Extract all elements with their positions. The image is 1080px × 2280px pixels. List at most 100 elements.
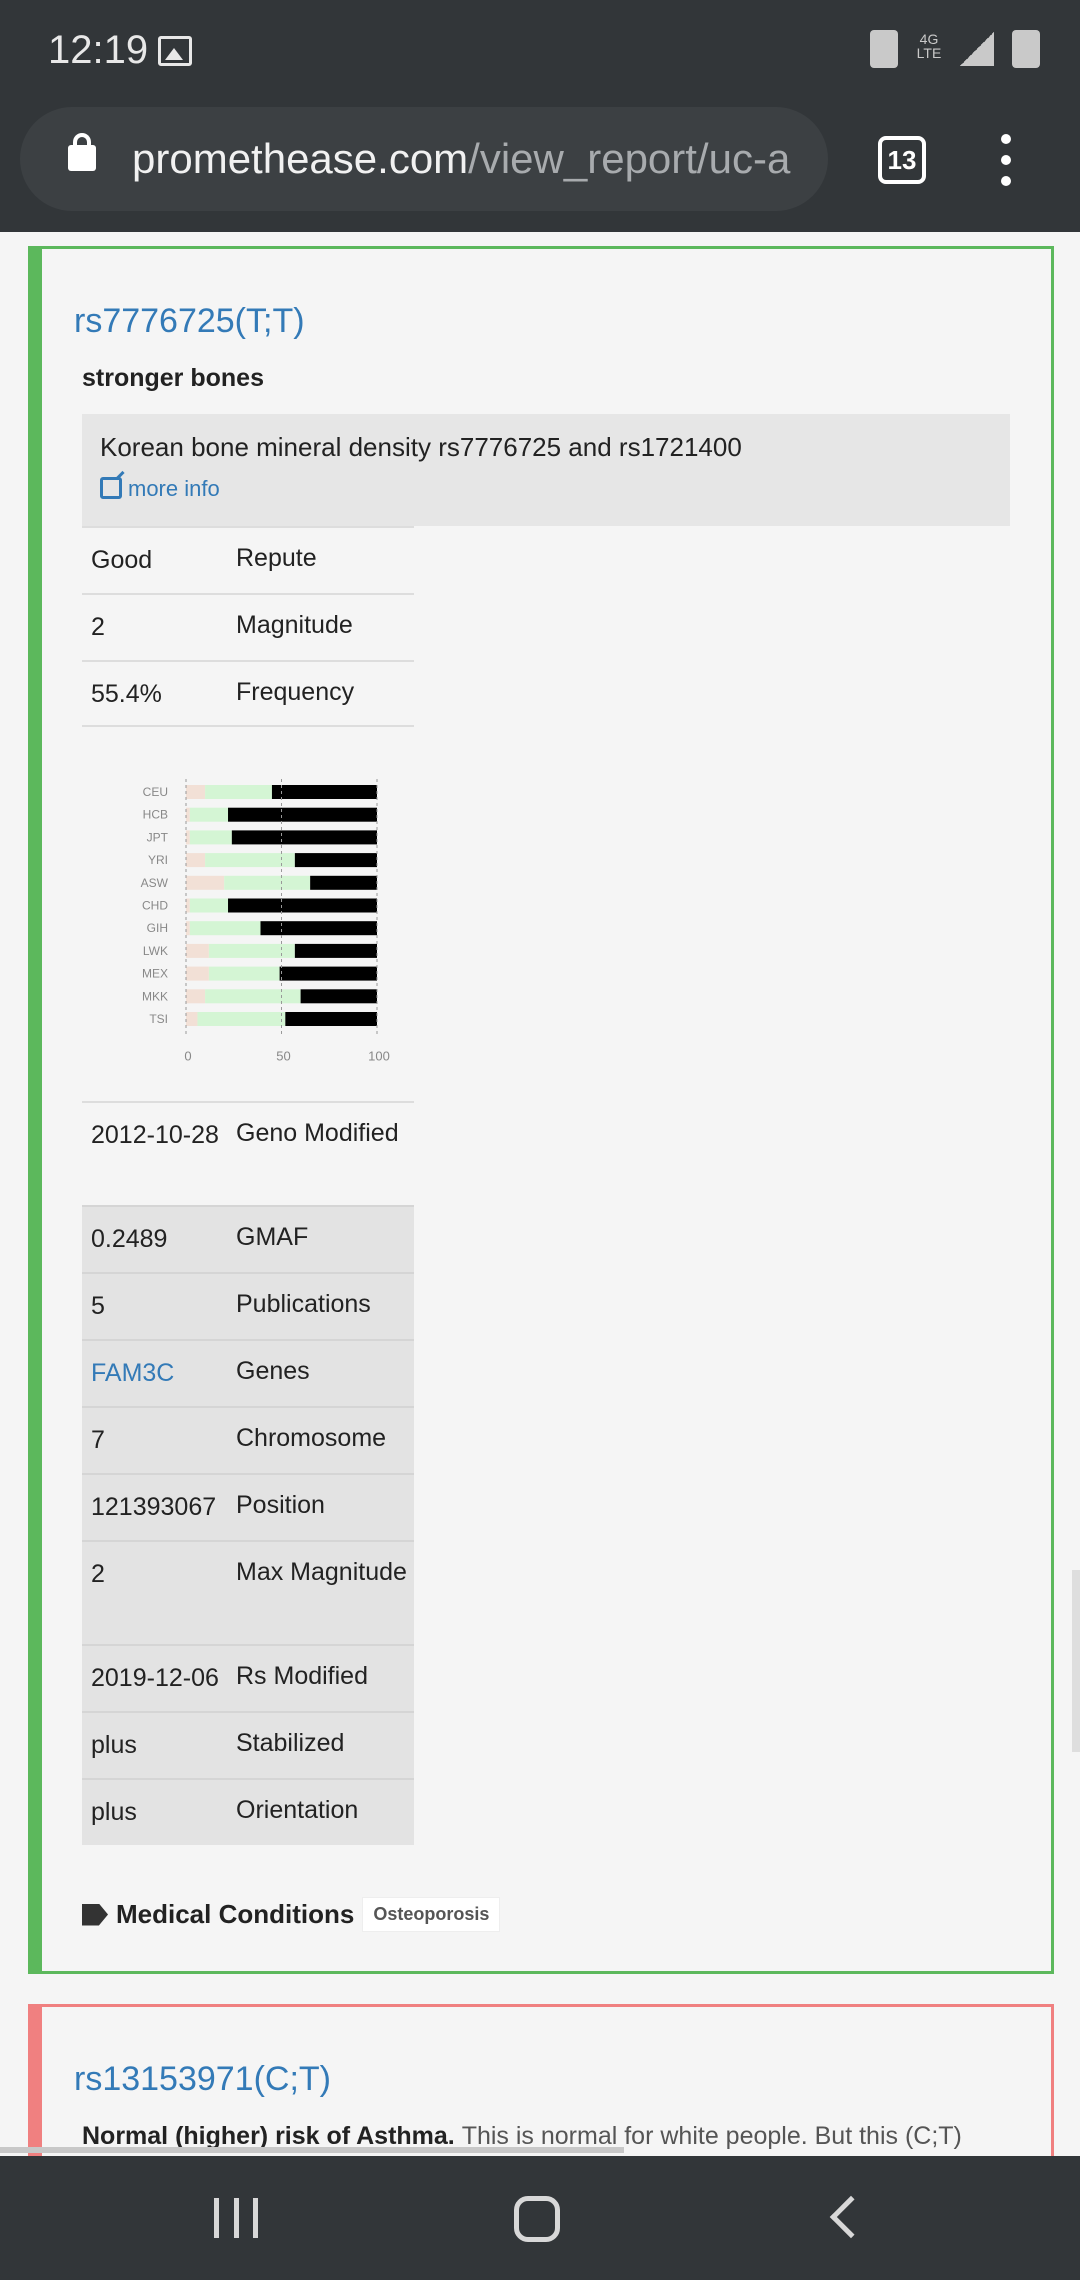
url-path: /view_report/uc-a — [468, 135, 791, 182]
chart-bar-segment — [186, 830, 190, 845]
fact-key: Publications — [236, 1290, 371, 1318]
fact-key: Frequency — [236, 678, 355, 706]
chart-bar-segment — [260, 921, 377, 936]
more-options-icon[interactable] — [992, 134, 1020, 190]
back-icon[interactable] — [829, 2195, 873, 2239]
fact-key: Chromosome — [236, 1424, 387, 1452]
fact-value: 5 — [91, 1292, 105, 1320]
chart-bar-segment — [189, 921, 261, 936]
fact-value: 7 — [91, 1426, 105, 1454]
chart-bar-segment — [189, 898, 229, 913]
address-bar[interactable]: promethease.com/view_report/uc-a — [20, 107, 828, 211]
chart-bar-segment — [186, 898, 190, 913]
more-info-link[interactable]: more info — [100, 476, 220, 502]
chart-bar-segment — [186, 807, 190, 822]
fact-value: Good — [91, 546, 153, 574]
chart-bar-segment — [228, 898, 377, 913]
recent-apps-icon[interactable] — [214, 2198, 258, 2238]
fact-row: FAM3C Genes — [82, 1339, 414, 1406]
chart-bar-segment — [189, 830, 232, 845]
fact-row: plus Stabilized — [82, 1711, 414, 1778]
fact-row: 0.2489 GMAF — [82, 1205, 414, 1272]
chart-bar-segment — [231, 830, 377, 845]
page-content: rs7776725(T;T) stronger bones Korean bon… — [0, 232, 1080, 2156]
fact-row: plus Orientation — [82, 1778, 414, 1845]
image-notification-icon — [158, 36, 192, 66]
chart-category-label: ASW — [141, 876, 169, 890]
fact-key: Magnitude — [236, 611, 353, 639]
condition-badge[interactable]: Osteoporosis — [362, 1897, 501, 1932]
fact-value: 2019-12-06 — [91, 1664, 219, 1692]
vertical-scrollbar[interactable] — [1072, 1570, 1080, 1752]
chart-category-label: TSI — [149, 1012, 168, 1026]
chart-bar-segment — [186, 989, 206, 1004]
home-icon[interactable] — [514, 2196, 560, 2242]
horizontal-scrollbar[interactable] — [0, 2147, 624, 2153]
fact-row: 2 Magnitude — [82, 593, 414, 660]
chart-bar-segment — [189, 807, 229, 822]
fact-key: Rs Modified — [236, 1662, 368, 1690]
chart-tick-label: 50 — [276, 1049, 290, 1064]
chart-bar-segment — [186, 1012, 198, 1026]
chart-category-label: CEU — [143, 785, 168, 799]
chart-bar-segment — [294, 943, 377, 958]
fact-row: 55.4% Frequency — [82, 660, 414, 727]
fact-key: Genes — [236, 1357, 310, 1385]
population-frequency-chart: CEU HCB JPT YRI ASW CHD GIH LWK MEX MKK TSI 0 50 100 — [82, 741, 414, 1101]
browser-toolbar: promethease.com/view_report/uc-a 13 — [0, 100, 1080, 232]
snp-title-link[interactable]: rs13153971(C;T) — [74, 2060, 331, 2099]
status-bar: 12:19 4G LTE — [0, 0, 1080, 100]
snp-title-link[interactable]: rs7776725(T;T) — [74, 302, 305, 341]
fact-row: Good Repute — [82, 526, 414, 593]
fact-value: 121393067 — [91, 1493, 217, 1521]
chart-svg: CEU HCB JPT YRI ASW CHD GIH LWK MEX MKK TSI 0 50 100 — [141, 779, 390, 1064]
chart-bar-segment — [224, 875, 311, 890]
medical-conditions: Medical Conditions Osteoporosis — [82, 1897, 501, 1932]
chart-category-label: CHD — [142, 899, 168, 913]
fact-key: Position — [236, 1491, 325, 1519]
chart-bar-segment — [186, 943, 209, 958]
chart-bar-segment — [186, 921, 190, 936]
chart-bar-segment — [205, 785, 272, 799]
chart-bar-segment — [285, 1012, 377, 1026]
external-link-icon — [100, 477, 122, 499]
battery-saver-icon — [870, 30, 898, 68]
status-time: 12:19 — [48, 28, 149, 72]
chart-bar-segment — [208, 966, 280, 981]
fact-key: Max Magnitude — [236, 1558, 407, 1586]
description-box: Korean bone mineral density rs7776725 an… — [82, 414, 1010, 526]
navigation-bar — [0, 2156, 1080, 2280]
tab-switcher-button[interactable]: 13 — [878, 136, 926, 184]
chart-bar-segment — [228, 807, 377, 822]
network-type-icon: 4G LTE — [916, 31, 942, 61]
chart-category-label: LWK — [143, 944, 168, 958]
fact-key: Repute — [236, 544, 317, 572]
chart-bar-segment — [300, 989, 377, 1004]
chart-bar-segment — [186, 785, 206, 799]
chart-category-label: HCB — [143, 808, 168, 822]
snp-summary: stronger bones — [82, 364, 264, 392]
gene-link[interactable]: FAM3C — [82, 1341, 236, 1406]
fact-key: Stabilized — [236, 1729, 345, 1757]
chart-bar-segment — [279, 966, 377, 981]
chart-category-label: GIH — [147, 921, 168, 935]
chart-bar-segment — [186, 875, 225, 890]
url-text[interactable]: promethease.com/view_report/uc-a — [132, 135, 812, 183]
facts-table-bottom: 2012-10-28 Geno Modified 0.2489 GMAF 5 Publ… — [82, 1101, 414, 1845]
chart-bar-segment — [294, 853, 377, 868]
more-info-label: more info — [128, 476, 220, 501]
chart-bar-segment — [271, 785, 377, 799]
chart-bar-segment — [310, 875, 377, 890]
chart-tick-label: 100 — [368, 1049, 390, 1064]
lock-icon[interactable] — [68, 133, 96, 171]
fact-key: Geno Modified — [236, 1119, 399, 1147]
fact-key: GMAF — [236, 1223, 309, 1251]
summary-bold: Normal (higher) risk of Asthma. — [82, 2122, 455, 2150]
chart-category-label: MKK — [142, 989, 168, 1003]
status-icons: 4G LTE — [870, 30, 1040, 68]
fact-value: 2012-10-28 — [91, 1121, 219, 1149]
fact-value: plus — [91, 1798, 137, 1826]
summary-rest: This is normal for white people. But thi… — [461, 2122, 962, 2150]
url-host: promethease.com — [132, 135, 469, 182]
chart-tick-label: 0 — [184, 1049, 191, 1064]
